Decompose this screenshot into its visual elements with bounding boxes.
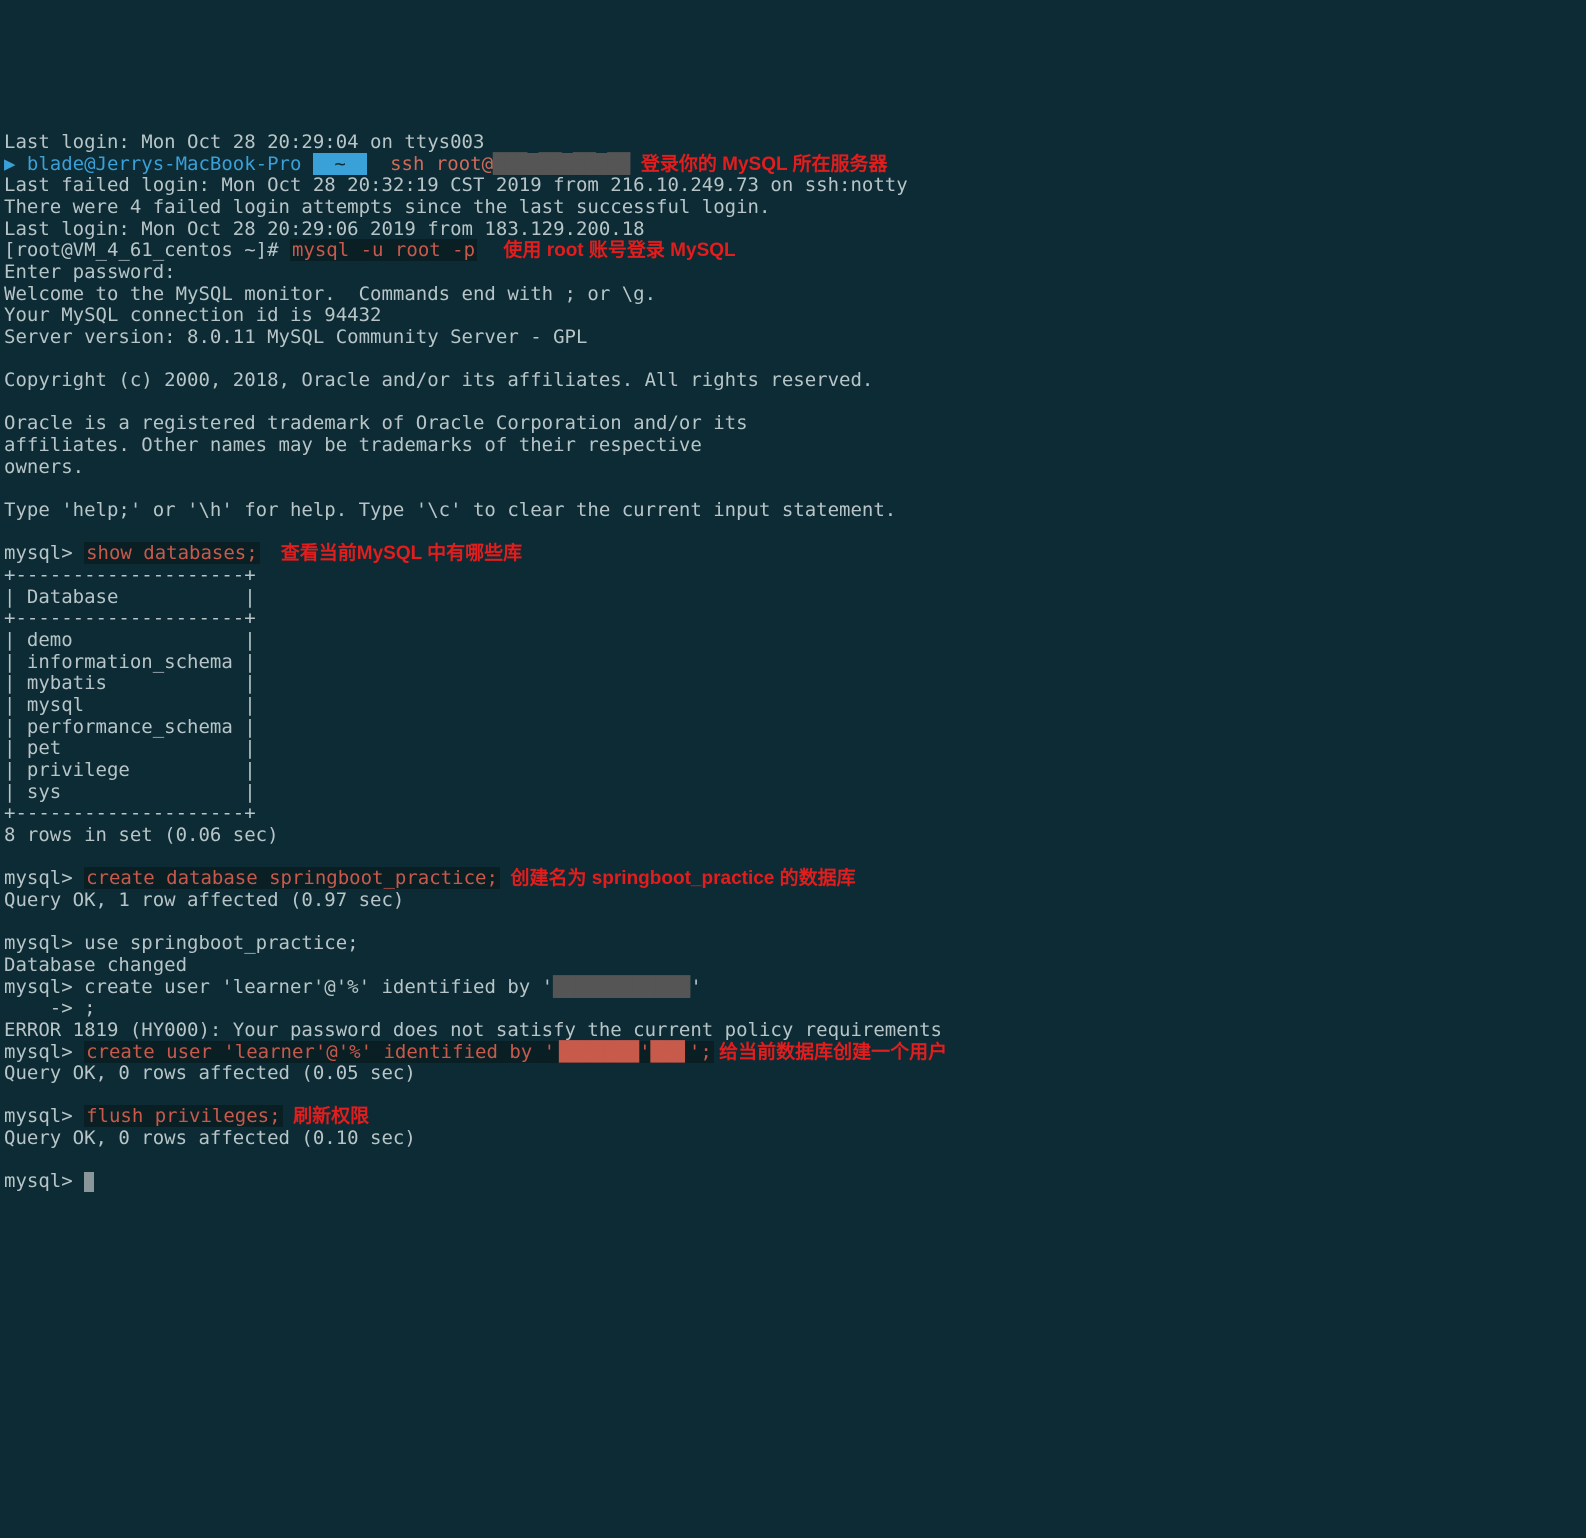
db-table-header: | Database | <box>4 586 256 608</box>
prompt-cwd: ~ <box>313 153 367 175</box>
mysql-prompt: mysql> <box>4 867 84 889</box>
password-censored-1: ████████████ <box>553 976 690 998</box>
prompt-user-host: blade@Jerrys-MacBook-Pro <box>15 153 312 175</box>
failed-attempts-line: There were 4 failed login attempts since… <box>4 196 770 218</box>
oracle-line-3: owners. <box>4 456 84 478</box>
mysql-prompt: mysql> <box>4 1170 84 1192</box>
annotation-mysql-login: 使用 root 账号登录 MySQL <box>477 240 736 261</box>
prompt-arrow-icon: ▶ <box>4 153 15 175</box>
db-table-row: | sys | <box>4 781 256 803</box>
db-table-row: | mybatis | <box>4 672 256 694</box>
db-table-row: | information_schema | <box>4 651 256 673</box>
query-ok-line: Query OK, 1 row affected (0.97 sec) <box>4 889 404 911</box>
mysql-login-command: mysql -u root -p <box>290 239 477 261</box>
create-user-command-2a: create user 'learner'@'%' identified by … <box>84 1041 557 1063</box>
mysql-prompt: mysql> <box>4 1105 84 1127</box>
db-table-row: | mysql | <box>4 694 256 716</box>
create-database-command: create database springboot_practice; <box>84 867 500 889</box>
last-login-line-2: Last login: Mon Oct 28 20:29:06 2019 fro… <box>4 218 645 240</box>
cursor-icon[interactable] <box>84 1172 94 1192</box>
enter-password-line: Enter password: <box>4 261 176 283</box>
annotation-create-database: 创建名为 springboot_practice 的数据库 <box>500 868 856 889</box>
welcome-line: Welcome to the MySQL monitor. Commands e… <box>4 283 656 305</box>
oracle-line-1: Oracle is a registered trademark of Orac… <box>4 412 748 434</box>
create-user-command-1a: create user 'learner'@'%' identified by … <box>84 976 553 998</box>
db-table-border: +--------------------+ <box>4 564 256 586</box>
use-database-command: use springboot_practice; <box>84 932 359 954</box>
db-table-border: +--------------------+ <box>4 607 256 629</box>
show-databases-command: show databases; <box>84 542 260 564</box>
flush-privileges-command: flush privileges; <box>84 1105 282 1127</box>
query-ok-line: Query OK, 0 rows affected (0.10 sec) <box>4 1127 416 1149</box>
password-censored-2: ███████'███ <box>557 1041 687 1063</box>
db-table-row: | performance_schema | <box>4 716 256 738</box>
ssh-command: ssh root@ <box>367 153 493 175</box>
create-user-command-2b: '; <box>687 1041 714 1063</box>
mysql-prompt: mysql> <box>4 976 84 998</box>
server-version-line: Server version: 8.0.11 MySQL Community S… <box>4 326 587 348</box>
annotation-ssh: 登录你的 MySQL 所在服务器 <box>630 154 887 175</box>
database-changed-line: Database changed <box>4 954 187 976</box>
db-table-row: | demo | <box>4 629 256 651</box>
db-table-row: | pet | <box>4 737 256 759</box>
mysql-prompt: mysql> <box>4 542 84 564</box>
annotation-show-databases: 查看当前MySQL 中有哪些库 <box>260 543 523 564</box>
query-ok-line: Query OK, 0 rows affected (0.05 sec) <box>4 1062 416 1084</box>
annotation-flush: 刷新权限 <box>283 1106 370 1127</box>
root-shell-prompt: [root@VM_4_61_centos ~]# <box>4 239 290 261</box>
terminal-output[interactable]: Last login: Mon Oct 28 20:29:04 on ttys0… <box>0 108 1586 1195</box>
help-line: Type 'help;' or '\h' for help. Type '\c'… <box>4 499 896 521</box>
copyright-line: Copyright (c) 2000, 2018, Oracle and/or … <box>4 369 873 391</box>
connection-id-line: Your MySQL connection id is 94432 <box>4 304 382 326</box>
db-rowcount-line: 8 rows in set (0.06 sec) <box>4 824 279 846</box>
continuation-prompt: -> ; <box>4 997 96 1019</box>
db-table-border: +--------------------+ <box>4 802 256 824</box>
mysql-prompt: mysql> <box>4 932 84 954</box>
annotation-create-user: 给当前数据库创建一个用户 <box>714 1042 947 1063</box>
error-1819-line: ERROR 1819 (HY000): Your password does n… <box>4 1019 942 1041</box>
mysql-prompt: mysql> <box>4 1041 84 1063</box>
ssh-host-censored: ███.██.██.██ <box>493 153 630 175</box>
db-table-row: | privilege | <box>4 759 256 781</box>
last-login-line: Last login: Mon Oct 28 20:29:04 on ttys0… <box>4 131 484 153</box>
oracle-line-2: affiliates. Other names may be trademark… <box>4 434 702 456</box>
last-failed-login-line: Last failed login: Mon Oct 28 20:32:19 C… <box>4 174 908 196</box>
create-user-command-1b: ' <box>690 976 701 998</box>
